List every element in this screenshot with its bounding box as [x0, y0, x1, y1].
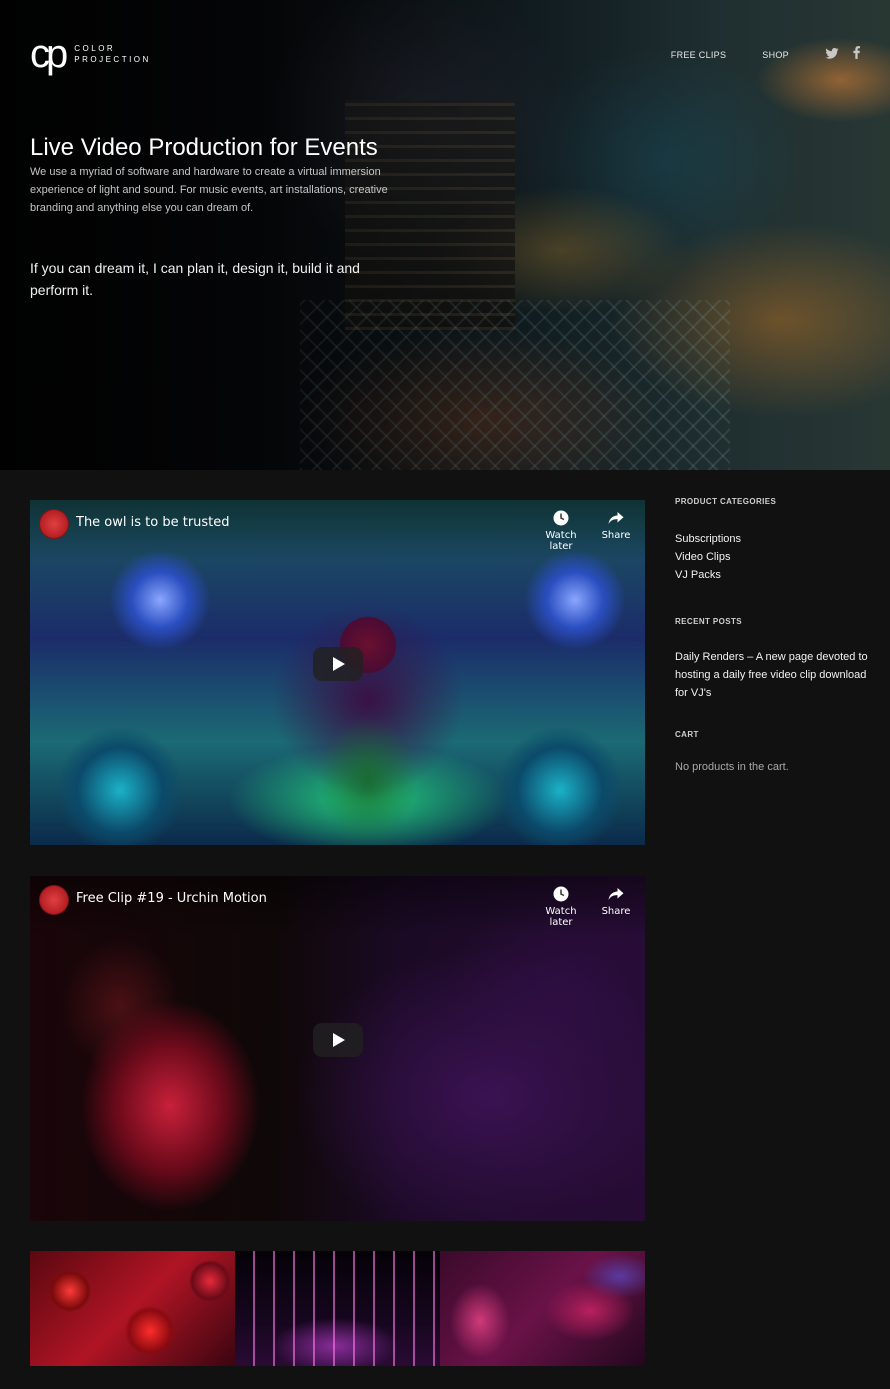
sidebar: PRODUCT CATEGORIES Subscriptions Video C…	[675, 497, 870, 773]
play-icon	[333, 657, 345, 671]
watch-later-label: Watch later	[545, 906, 577, 928]
channel-avatar[interactable]	[39, 885, 69, 915]
hero-background-fence	[300, 300, 730, 470]
facebook-icon[interactable]	[853, 46, 860, 64]
hero-banner: cp COLOR PROJECTION FREE CLIPS SHOP Live…	[0, 0, 890, 470]
cart-widget: CART No products in the cart.	[675, 730, 870, 773]
widget-heading: CART	[675, 730, 699, 739]
cart-empty-message: No products in the cart.	[675, 761, 789, 773]
recent-post-link[interactable]: Daily Renders – A new page devoted to ho…	[675, 648, 870, 702]
widget-heading: PRODUCT CATEGORIES	[675, 497, 777, 506]
video-embed-2[interactable]: Free Clip #19 - Urchin Motion Watch late…	[30, 876, 645, 1221]
site-logo[interactable]: cp COLOR PROJECTION	[30, 32, 151, 76]
video-embed-1[interactable]: The owl is to be trusted Watch later Sha…	[30, 500, 645, 845]
share-button[interactable]: Share	[600, 885, 632, 917]
video-thumbnail-row	[30, 1251, 645, 1366]
logo-wordmark: COLOR PROJECTION	[74, 43, 151, 65]
category-subscriptions[interactable]: Subscriptions	[675, 530, 870, 548]
clock-icon	[553, 886, 569, 902]
share-icon	[608, 888, 624, 900]
logo-mark: cp	[30, 32, 68, 76]
play-icon	[333, 1033, 345, 1047]
logo-line-2: PROJECTION	[74, 55, 151, 64]
video-title[interactable]: The owl is to be trusted	[76, 515, 230, 530]
watch-later-button[interactable]: Watch later	[534, 509, 588, 552]
twitter-icon[interactable]	[825, 46, 839, 64]
video-thumbnail[interactable]	[440, 1251, 645, 1366]
video-title[interactable]: Free Clip #19 - Urchin Motion	[76, 891, 267, 906]
category-video-clips[interactable]: Video Clips	[675, 548, 870, 566]
video-thumbnail[interactable]	[235, 1251, 440, 1366]
share-icon	[608, 512, 624, 524]
recent-posts-widget: RECENT POSTS Daily Renders – A new page …	[675, 617, 870, 702]
logo-line-1: COLOR	[74, 44, 116, 53]
category-list: Subscriptions Video Clips VJ Packs	[675, 530, 870, 584]
share-button[interactable]: Share	[600, 509, 632, 541]
share-label: Share	[601, 530, 631, 541]
share-label: Share	[601, 906, 631, 917]
product-categories-widget: PRODUCT CATEGORIES Subscriptions Video C…	[675, 497, 870, 584]
hero-content: Live Video Production for Events We use …	[30, 134, 410, 301]
channel-avatar[interactable]	[39, 509, 69, 539]
hero-title: Live Video Production for Events	[30, 134, 378, 161]
hero-description: We use a myriad of software and hardware…	[30, 166, 388, 214]
nav-free-clips[interactable]: FREE CLIPS	[671, 50, 727, 60]
social-links	[825, 46, 860, 64]
play-button[interactable]	[313, 1023, 363, 1057]
video-thumbnail[interactable]	[30, 1251, 235, 1366]
clock-icon	[553, 510, 569, 526]
hero-tagline: If you can dream it, I can plan it, desi…	[30, 260, 360, 298]
play-button[interactable]	[313, 647, 363, 681]
watch-later-label: Watch later	[545, 530, 577, 552]
nav-shop[interactable]: SHOP	[762, 50, 789, 60]
watch-later-button[interactable]: Watch later	[534, 885, 588, 928]
main-nav: FREE CLIPS SHOP	[635, 46, 860, 64]
category-vj-packs[interactable]: VJ Packs	[675, 566, 870, 584]
widget-heading: RECENT POSTS	[675, 617, 743, 626]
